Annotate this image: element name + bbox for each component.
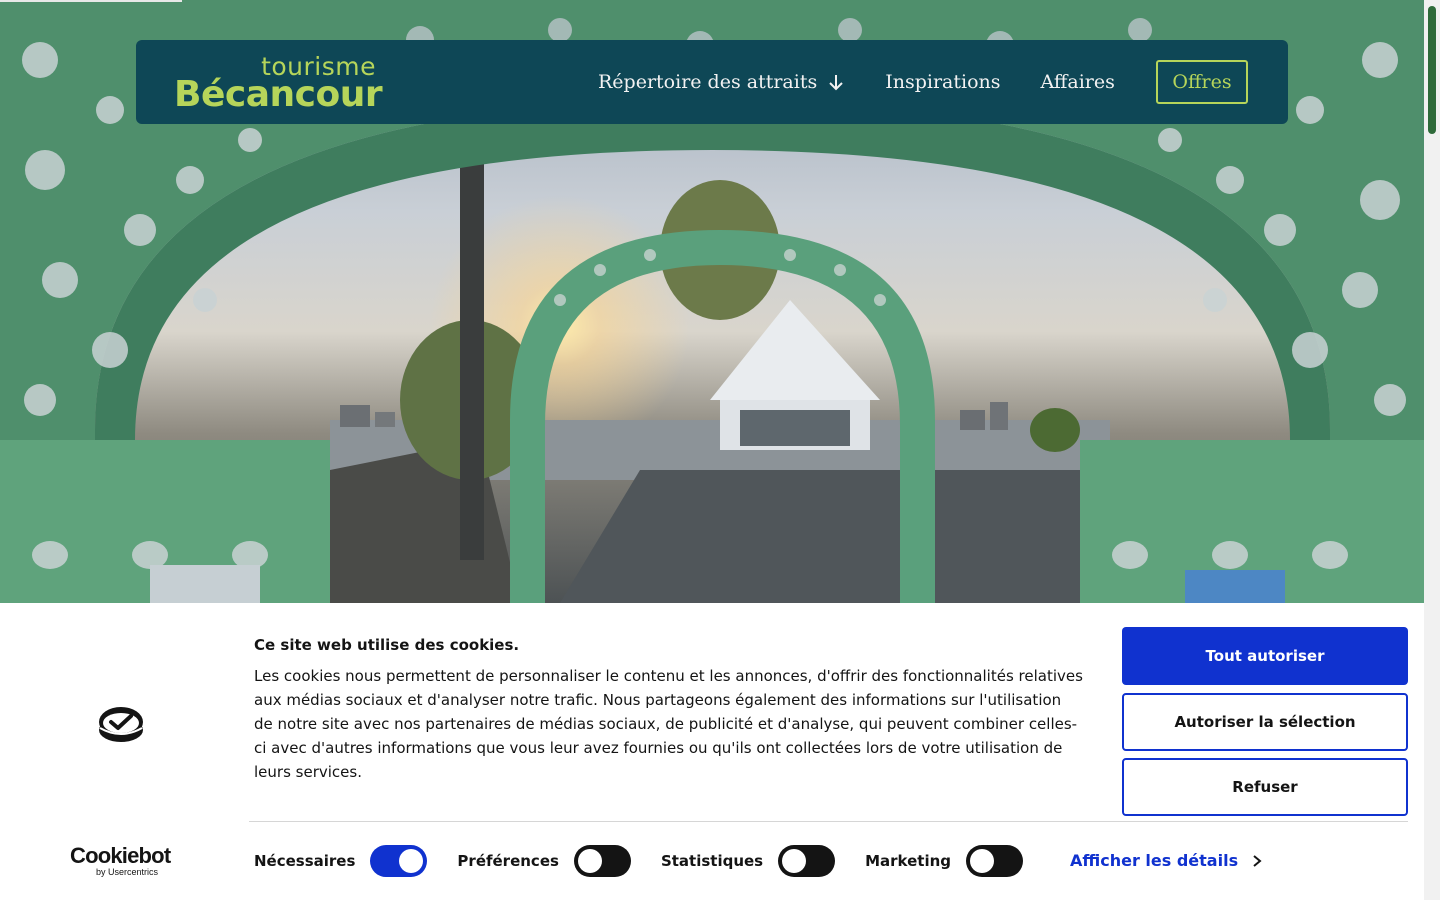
preferences-switch[interactable]: [573, 845, 631, 877]
page-scrollbar[interactable]: [1424, 0, 1440, 900]
cookie-description: Les cookies nous permettent de personnal…: [254, 667, 1083, 781]
nav-item-label: Répertoire des attraits: [598, 71, 818, 93]
toggle-label: Statistiques: [660, 852, 764, 870]
toggle-label: Marketing: [865, 852, 952, 870]
nav-links: Répertoire des attraits Inspirations Aff…: [598, 40, 1115, 124]
nav-item-label: Inspirations: [885, 71, 1001, 93]
allow-all-button[interactable]: Tout autoriser: [1122, 627, 1408, 685]
marketing-switch[interactable]: [966, 845, 1024, 877]
cookie-divider: [249, 821, 1408, 822]
logo-name: Bécancour: [174, 74, 383, 115]
toggle-statistiques: Statistiques: [660, 845, 836, 877]
cookie-title: Ce site web utilise des cookies.: [254, 636, 520, 654]
main-navigation: tourisme Bécancour Répertoire des attrai…: [136, 40, 1288, 124]
switch-knob: [577, 849, 602, 873]
necessaires-switch[interactable]: [370, 845, 428, 877]
toggle-preferences: Préférences: [457, 845, 631, 877]
cookie-banner: Cookiebot by Usercentrics Ce site web ut…: [0, 603, 1424, 900]
show-details-label: Afficher les détails: [1070, 851, 1239, 870]
cookiebot-name: Cookiebot: [70, 843, 171, 868]
cookiebot-brand[interactable]: Cookiebot by Usercentrics: [70, 845, 174, 878]
arrow-down-icon: [829, 75, 843, 91]
allow-selection-button[interactable]: Autoriser la sélection: [1122, 693, 1408, 751]
refuse-button[interactable]: Refuser: [1122, 758, 1408, 816]
switch-knob: [970, 849, 995, 873]
toggle-label: Nécessaires: [254, 852, 356, 870]
toggle-marketing: Marketing: [865, 845, 1024, 877]
cookiebot-logo-icon: [99, 707, 143, 742]
nav-item-affaires[interactable]: Affaires: [1041, 71, 1115, 93]
switch-knob: [399, 849, 424, 873]
site-logo[interactable]: tourisme Bécancour: [174, 52, 384, 115]
nav-item-repertoire[interactable]: Répertoire des attraits: [598, 71, 845, 93]
scrollbar-thumb[interactable]: [1428, 6, 1436, 134]
chevron-right-icon: [1253, 854, 1262, 867]
top-progress-line: [0, 0, 182, 2]
toggle-necessaires: Nécessaires: [254, 845, 428, 877]
consent-toggles: Nécessaires Préférences Statistiques Mar…: [254, 844, 1053, 878]
show-details-link[interactable]: Afficher les détails: [1070, 851, 1262, 870]
toggle-label: Préférences: [457, 852, 559, 870]
offers-button[interactable]: Offres: [1156, 60, 1248, 104]
nav-item-label: Affaires: [1040, 71, 1115, 93]
nav-item-inspirations[interactable]: Inspirations: [885, 71, 1000, 93]
cookiebot-byline: by Usercentrics: [96, 867, 159, 877]
statistiques-switch[interactable]: [778, 845, 836, 877]
switch-knob: [782, 849, 807, 873]
